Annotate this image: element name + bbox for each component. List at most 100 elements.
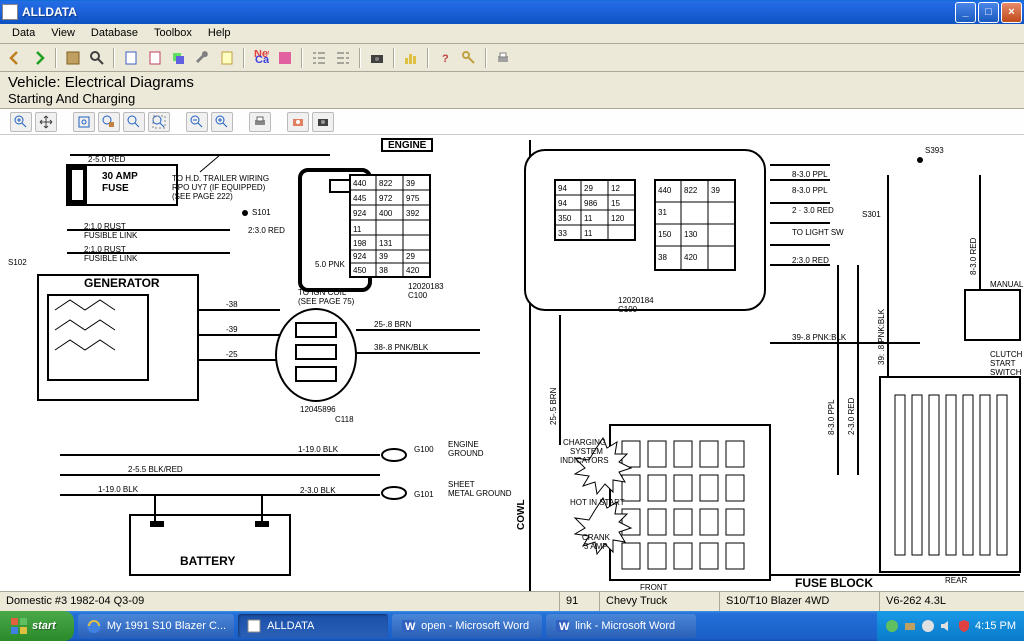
toolbar-book-icon[interactable]	[62, 47, 84, 69]
print2-icon[interactable]	[249, 112, 271, 132]
label-charging: CHARGING	[563, 438, 606, 447]
camera1-icon[interactable]	[287, 112, 309, 132]
toolbar-notes-icon[interactable]	[216, 47, 238, 69]
toolbar-forward-icon[interactable]	[28, 47, 50, 69]
tray-icon-2[interactable]	[903, 619, 917, 633]
task-item-word1[interactable]: W open - Microsoft Word	[392, 614, 542, 638]
maximize-button[interactable]: □	[978, 2, 999, 23]
menu-help[interactable]: Help	[200, 24, 239, 43]
svg-text:440: 440	[658, 186, 672, 195]
label-s101: S101	[252, 208, 271, 217]
svg-text:38: 38	[379, 266, 388, 275]
toolbar-search-icon[interactable]	[86, 47, 108, 69]
word-icon: W	[400, 618, 416, 634]
task-item-browser[interactable]: My 1991 S10 Blazer C...	[78, 614, 234, 638]
svg-text:FUSIBLE LINK: FUSIBLE LINK	[84, 254, 138, 263]
svg-text:START: START	[990, 359, 1016, 368]
label-s301: S301	[862, 210, 881, 219]
camera2-icon[interactable]	[312, 112, 334, 132]
svg-text:Car: Car	[255, 54, 269, 66]
tray-clock[interactable]: 4:15 PM	[975, 620, 1016, 632]
toolbar-doc1-icon[interactable]	[120, 47, 142, 69]
svg-text:METAL GROUND: METAL GROUND	[448, 489, 512, 498]
toolbar-camera-icon[interactable]	[366, 47, 388, 69]
svg-text:15: 15	[611, 199, 620, 208]
svg-text:420: 420	[684, 253, 698, 262]
toolbar-wrench-icon[interactable]	[192, 47, 214, 69]
label-119blk: 1-19.0 BLK	[298, 445, 339, 454]
svg-text:350: 350	[558, 214, 572, 223]
toolbar-print-icon[interactable]	[492, 47, 514, 69]
svg-text:972: 972	[379, 194, 393, 203]
svg-text:822: 822	[379, 179, 393, 188]
task-label-3: link - Microsoft Word	[575, 620, 675, 632]
label-battery: BATTERY	[180, 554, 235, 568]
label-rear: REAR	[945, 576, 967, 585]
svg-text:120: 120	[611, 214, 625, 223]
toolbar-help-icon[interactable]: ?	[434, 47, 456, 69]
fit-box-icon[interactable]	[73, 112, 95, 132]
svg-text:39: 39	[406, 179, 415, 188]
svg-text:445: 445	[353, 194, 367, 203]
zoom-in2-icon[interactable]	[211, 112, 233, 132]
toolbar-newcar-icon[interactable]: NewCar	[250, 47, 272, 69]
label-clutch-switch: CLUTCH	[990, 350, 1023, 359]
svg-text:FUSIBLE LINK: FUSIBLE LINK	[84, 231, 138, 240]
label-crank: CRANK	[582, 533, 611, 542]
app-small-icon	[246, 618, 262, 634]
pan-icon[interactable]	[35, 112, 57, 132]
svg-text:GROUND: GROUND	[448, 449, 484, 458]
menu-view[interactable]: View	[43, 24, 83, 43]
status-domestic: Domestic #3 1982-04 Q3-09	[0, 592, 560, 611]
status-make: Chevy Truck	[600, 592, 720, 611]
toolbar-listleft-icon[interactable]	[308, 47, 330, 69]
svg-text:38: 38	[658, 253, 667, 262]
minimize-button[interactable]: _	[955, 2, 976, 23]
diagram-canvas[interactable]: ENGINE 30 AMP FUSE 2-5.0 RED TO H.D. TRA…	[0, 135, 1024, 591]
tray-volume-icon[interactable]	[939, 619, 953, 633]
task-item-alldata[interactable]: ALLDATA	[238, 614, 388, 638]
label-s393: S393	[925, 146, 944, 155]
toolbar-disk-icon[interactable]	[274, 47, 296, 69]
label-12020183: 12020183	[408, 282, 444, 291]
label-830ppl-b: 8-3.0 PPL	[792, 186, 828, 195]
zoom-fit-icon[interactable]	[123, 112, 145, 132]
task-label-1: ALLDATA	[267, 620, 314, 632]
tray-shield-icon[interactable]	[957, 619, 971, 633]
zoom-out-icon[interactable]	[186, 112, 208, 132]
toolbar-layers-icon[interactable]	[168, 47, 190, 69]
status-model: S10/T10 Blazer 4WD	[720, 592, 880, 611]
label-cowl: COWL	[516, 499, 527, 530]
toolbar-listright-icon[interactable]	[332, 47, 354, 69]
zoom-in-icon[interactable]	[10, 112, 32, 132]
tray-icon-3[interactable]	[921, 619, 935, 633]
menu-bar: Data View Database Toolbox Help	[0, 24, 1024, 44]
diagram-toolbar	[0, 109, 1024, 135]
menu-toolbox[interactable]: Toolbox	[146, 24, 200, 43]
system-tray[interactable]: 4:15 PM	[877, 611, 1024, 641]
menu-database[interactable]: Database	[83, 24, 146, 43]
svg-text:SYSTEM: SYSTEM	[570, 447, 603, 456]
toolbar-back-icon[interactable]	[4, 47, 26, 69]
svg-text:392: 392	[406, 209, 420, 218]
window-title: ALLDATA	[22, 5, 953, 19]
toolbar-key-icon[interactable]	[458, 47, 480, 69]
label-s102: S102	[8, 258, 27, 267]
start-button[interactable]: start	[0, 611, 74, 641]
label-230red-b: 2:3.0 RED	[792, 256, 829, 265]
svg-text:420: 420	[406, 266, 420, 275]
tray-icon-1[interactable]	[885, 619, 899, 633]
connector-table-right-b: 44082239 31 150130 38420	[655, 180, 735, 270]
close-button[interactable]: ×	[1001, 2, 1022, 23]
menu-data[interactable]: Data	[4, 24, 43, 43]
status-engine: V6-262 4.3L	[880, 592, 1024, 611]
zoom-region-icon[interactable]	[98, 112, 120, 132]
label-hot-start: HOT IN START	[570, 498, 625, 507]
task-item-word2[interactable]: W link - Microsoft Word	[546, 614, 696, 638]
svg-text:975: 975	[406, 194, 420, 203]
label-230red-c: 2-3.0 RED	[847, 397, 856, 435]
toolbar-doc2-icon[interactable]	[144, 47, 166, 69]
zoom-selection-icon[interactable]	[148, 112, 170, 132]
svg-text:39: 39	[711, 186, 720, 195]
toolbar-chart-icon[interactable]	[400, 47, 422, 69]
